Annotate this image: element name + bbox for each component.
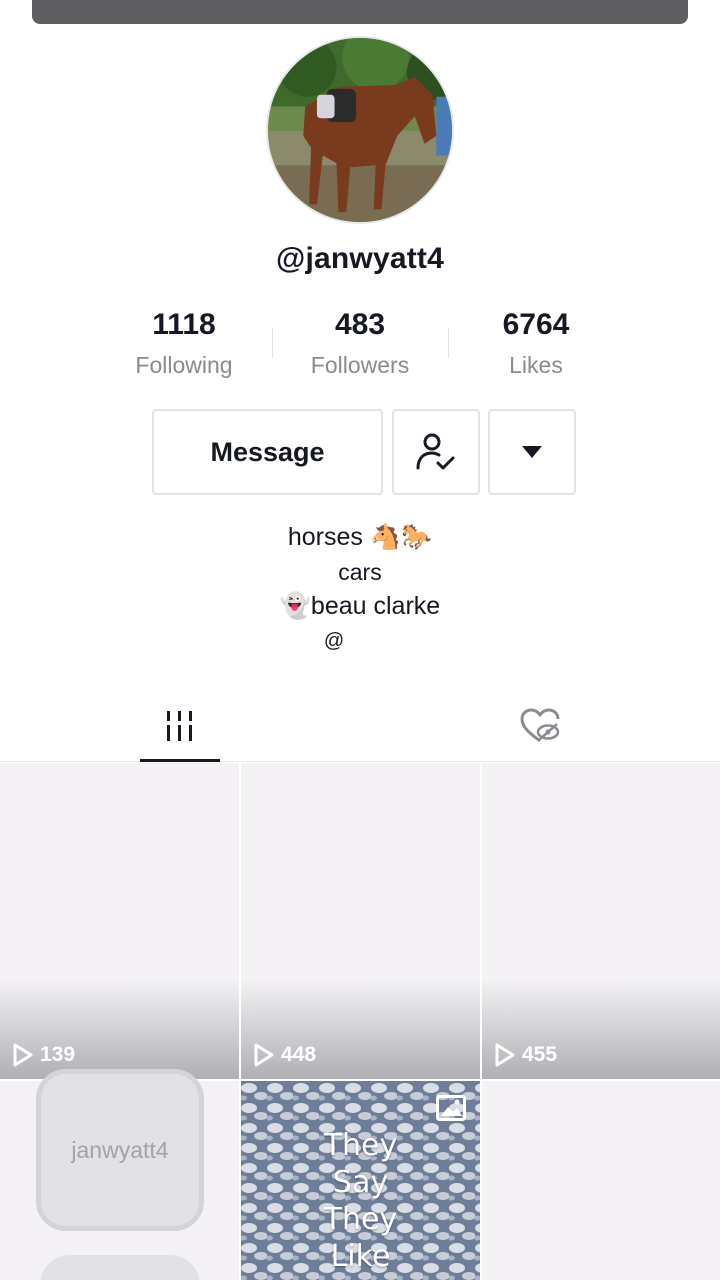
heart-hidden-icon bbox=[520, 708, 560, 743]
bio-line: horses 🐴🐎 bbox=[287, 523, 433, 551]
following-status-button[interactable] bbox=[392, 409, 480, 495]
message-button[interactable]: Message bbox=[152, 409, 383, 495]
stat-divider bbox=[448, 328, 449, 358]
followers-label: Followers bbox=[310, 352, 410, 378]
stat-followers[interactable]: 483 Followers bbox=[272, 306, 448, 380]
video-thumbnail[interactable]: 139 bbox=[0, 763, 239, 1079]
overlay-line: Say bbox=[332, 1165, 389, 1200]
play-icon bbox=[254, 1043, 274, 1067]
following-label: Following bbox=[135, 352, 233, 378]
tab-liked[interactable] bbox=[420, 690, 660, 762]
followers-count: 483 bbox=[334, 308, 386, 341]
grid-bars-icon bbox=[167, 711, 192, 741]
photo-icon bbox=[436, 1095, 466, 1121]
stat-divider bbox=[272, 328, 273, 358]
watermark-tile: janwyatt4 bbox=[36, 1069, 204, 1231]
bio-line[interactable]: @ bbox=[0, 630, 694, 653]
play-icon bbox=[495, 1043, 515, 1067]
status-banner bbox=[32, 0, 688, 24]
likes-label: Likes bbox=[509, 352, 563, 378]
person-check-icon bbox=[416, 433, 455, 470]
play-icon bbox=[13, 1043, 33, 1067]
photo-post-thumbnail[interactable]: They Say They Like bbox=[241, 1081, 480, 1280]
play-count: 455 bbox=[494, 1043, 557, 1067]
play-count-value: 455 bbox=[522, 1043, 558, 1066]
play-count-value: 448 bbox=[281, 1043, 317, 1066]
more-options-button[interactable] bbox=[488, 409, 576, 495]
caret-down-icon bbox=[522, 446, 542, 458]
profile-stats: 1118 Following 483 Followers 6764 Likes bbox=[96, 306, 624, 380]
stat-following[interactable]: 1118 Following bbox=[96, 306, 272, 380]
overlay-line: Like bbox=[330, 1239, 391, 1274]
horse-photo-icon bbox=[268, 38, 452, 222]
video-thumbnail[interactable] bbox=[482, 1081, 720, 1280]
bio-line: cars bbox=[338, 559, 382, 585]
profile-avatar[interactable] bbox=[266, 36, 454, 224]
tab-active-indicator bbox=[140, 759, 220, 762]
video-grid: 139 448 455 They Say They Like janwyatt4 bbox=[0, 763, 720, 1280]
photo-overlay-text: They Say They Like bbox=[241, 1127, 480, 1275]
video-thumbnail[interactable]: 448 bbox=[241, 763, 480, 1079]
bio-line: 👻beau clarke bbox=[279, 592, 441, 620]
overlay-line: They bbox=[323, 1202, 398, 1237]
play-count: 139 bbox=[12, 1043, 75, 1067]
tab-videos[interactable] bbox=[60, 690, 300, 762]
likes-count: 6764 bbox=[502, 308, 570, 341]
play-count-value: 139 bbox=[40, 1043, 76, 1066]
play-count: 448 bbox=[253, 1043, 316, 1067]
watermark-tile-partial bbox=[40, 1255, 200, 1280]
overlay-line: They bbox=[323, 1128, 398, 1163]
video-thumbnail[interactable]: 455 bbox=[482, 763, 720, 1079]
profile-tabs bbox=[0, 690, 720, 762]
profile-username: @janwyatt4 bbox=[276, 242, 444, 275]
stat-likes[interactable]: 6764 Likes bbox=[448, 306, 624, 380]
following-count: 1118 bbox=[152, 308, 216, 341]
